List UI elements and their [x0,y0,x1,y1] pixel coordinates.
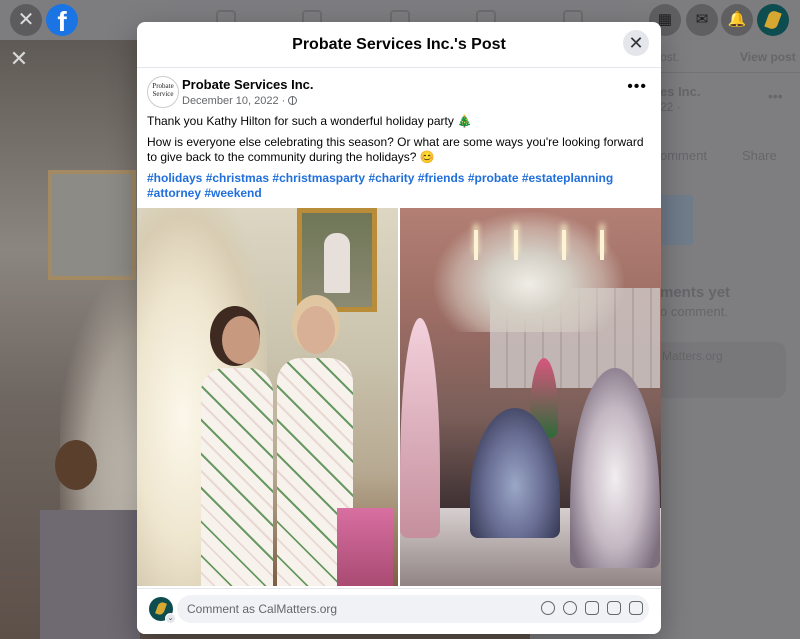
background-painting [48,170,136,280]
view-post-link[interactable]: View post [740,50,796,64]
pink-tree [400,318,440,538]
comment-tools [541,601,643,615]
candle [514,230,518,260]
background-teddy-bear [55,440,97,490]
post-line-2: How is everyone else celebrating this se… [147,135,644,164]
comment-placeholder: Comment as CalMatters.org [187,602,338,616]
post-date-text[interactable]: December 10, 2022 · [182,95,285,107]
candle [600,230,604,260]
post-header: Probate Service Probate Services Inc. De… [137,68,661,110]
sticker-icon[interactable] [629,601,643,615]
post-timestamp[interactable]: December 10, 2022 · [182,95,298,107]
gif-icon[interactable] [607,601,621,615]
globe-icon [288,96,298,105]
account-avatar[interactable] [757,4,789,36]
woman-right-head [297,306,335,354]
woman-left-head [222,316,260,364]
avatar-leaf-icon [155,601,167,616]
post-hashtags[interactable]: #holidays #christmas #christmasparty #ch… [147,171,651,201]
comment-composer: ⌄ Comment as CalMatters.org [137,588,661,634]
pink-gift-bag [337,508,393,586]
post-line-1: Thank you Kathy Hilton for such a wonder… [147,114,473,128]
candle [474,230,478,260]
bell-icon[interactable]: 🔔 [721,4,753,36]
page-name-link[interactable]: Probate Services Inc. [182,77,314,92]
no-comments-heading: ments yet [660,284,731,301]
right-panel-comment-button[interactable]: omment [660,148,707,163]
right-panel-text: ost. [660,50,680,64]
framed-painting [297,208,377,312]
camera-icon[interactable] [585,601,599,615]
silver-tree [570,368,660,568]
post-text: Thank you Kathy Hilton for such a wonder… [137,110,661,201]
photo-two-women-pajamas[interactable] [137,208,398,586]
no-comments-subtext: o comment. [660,304,728,319]
post-dialog: Probate Services Inc.'s Post ✕ Probate S… [137,22,661,634]
emoji-icon[interactable] [563,601,577,615]
more-options-icon[interactable]: ••• [627,78,647,96]
woman-left [201,368,273,586]
photo-chandelier-trees[interactable] [400,208,661,586]
dialog-header: Probate Services Inc.'s Post ✕ [137,22,661,68]
avatar-sticker-icon[interactable] [541,601,555,615]
close-dialog-button[interactable]: ✕ [623,30,649,56]
dialog-title: Probate Services Inc.'s Post [292,36,506,53]
post-photos [137,208,661,586]
right-panel-share-button[interactable]: Share [742,148,777,163]
right-panel-date: 22 · [660,100,681,114]
background-gifts [40,510,140,639]
candle [562,230,566,260]
avatar-leaf-icon [764,9,782,31]
messenger-icon[interactable]: ✉ [686,4,718,36]
chandelier [434,212,624,332]
page-avatar[interactable]: Probate Service [147,76,179,108]
comment-input[interactable]: Comment as CalMatters.org [177,595,649,623]
right-panel-page-name: es Inc. [660,84,701,99]
right-panel-more-icon[interactable]: ••• [768,88,783,104]
right-panel-commenter: Matters.org [662,349,723,363]
facebook-logo[interactable]: f [46,4,78,37]
background-close-icon[interactable]: ✕ [8,48,30,70]
switch-profile-chevron-icon[interactable]: ⌄ [165,613,176,624]
close-viewer-button[interactable]: ✕ [10,4,42,36]
